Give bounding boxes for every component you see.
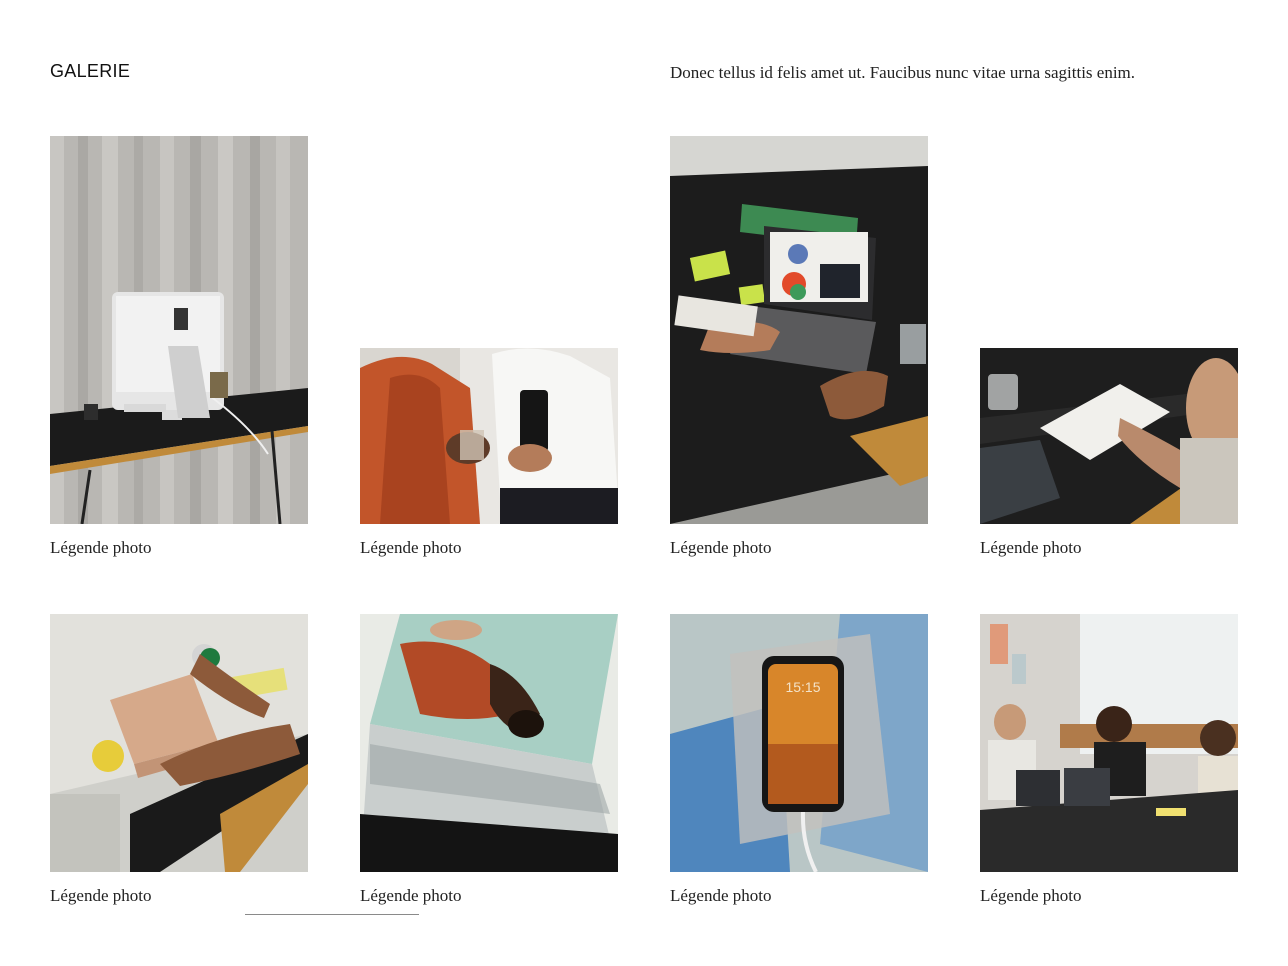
photo-caption: Légende photo: [50, 538, 152, 557]
gallery-photo[interactable]: [50, 614, 308, 872]
svg-text:15:15: 15:15: [785, 679, 820, 695]
gallery-photo[interactable]: [980, 348, 1238, 524]
gallery-item[interactable]: Légende photo: [670, 136, 928, 566]
photo-caption: Légende photo: [980, 538, 1082, 557]
gallery-intro: Donec tellus id felis amet ut. Faucibus …: [670, 63, 1136, 82]
photo-caption: Légende photo: [670, 886, 772, 905]
gallery-item[interactable]: Légende photo: [360, 348, 618, 566]
gallery-item[interactable]: Légende photo: [50, 136, 308, 566]
gallery-item[interactable]: 15:15 Légende photo: [670, 614, 928, 914]
gallery-title: GALERIE: [50, 61, 131, 81]
divider-line: [245, 914, 419, 915]
gallery-item[interactable]: Légende photo: [980, 614, 1238, 914]
gallery-item[interactable]: Légende photo: [360, 614, 618, 914]
gallery-photo[interactable]: [360, 614, 618, 872]
photo-caption: Légende photo: [980, 886, 1082, 905]
photo-caption: Légende photo: [670, 538, 772, 557]
gallery-photo[interactable]: [50, 136, 308, 524]
gallery-item[interactable]: Légende photo: [50, 614, 308, 914]
gallery-item[interactable]: Légende photo: [980, 348, 1238, 566]
gallery-photo[interactable]: [360, 348, 618, 524]
photo-caption: Légende photo: [360, 886, 462, 905]
gallery-photo[interactable]: 15:15: [670, 614, 928, 872]
photo-caption: Légende photo: [360, 538, 462, 557]
photo-caption: Légende photo: [50, 886, 152, 905]
gallery-photo[interactable]: [980, 614, 1238, 872]
gallery-photo[interactable]: [670, 136, 928, 524]
